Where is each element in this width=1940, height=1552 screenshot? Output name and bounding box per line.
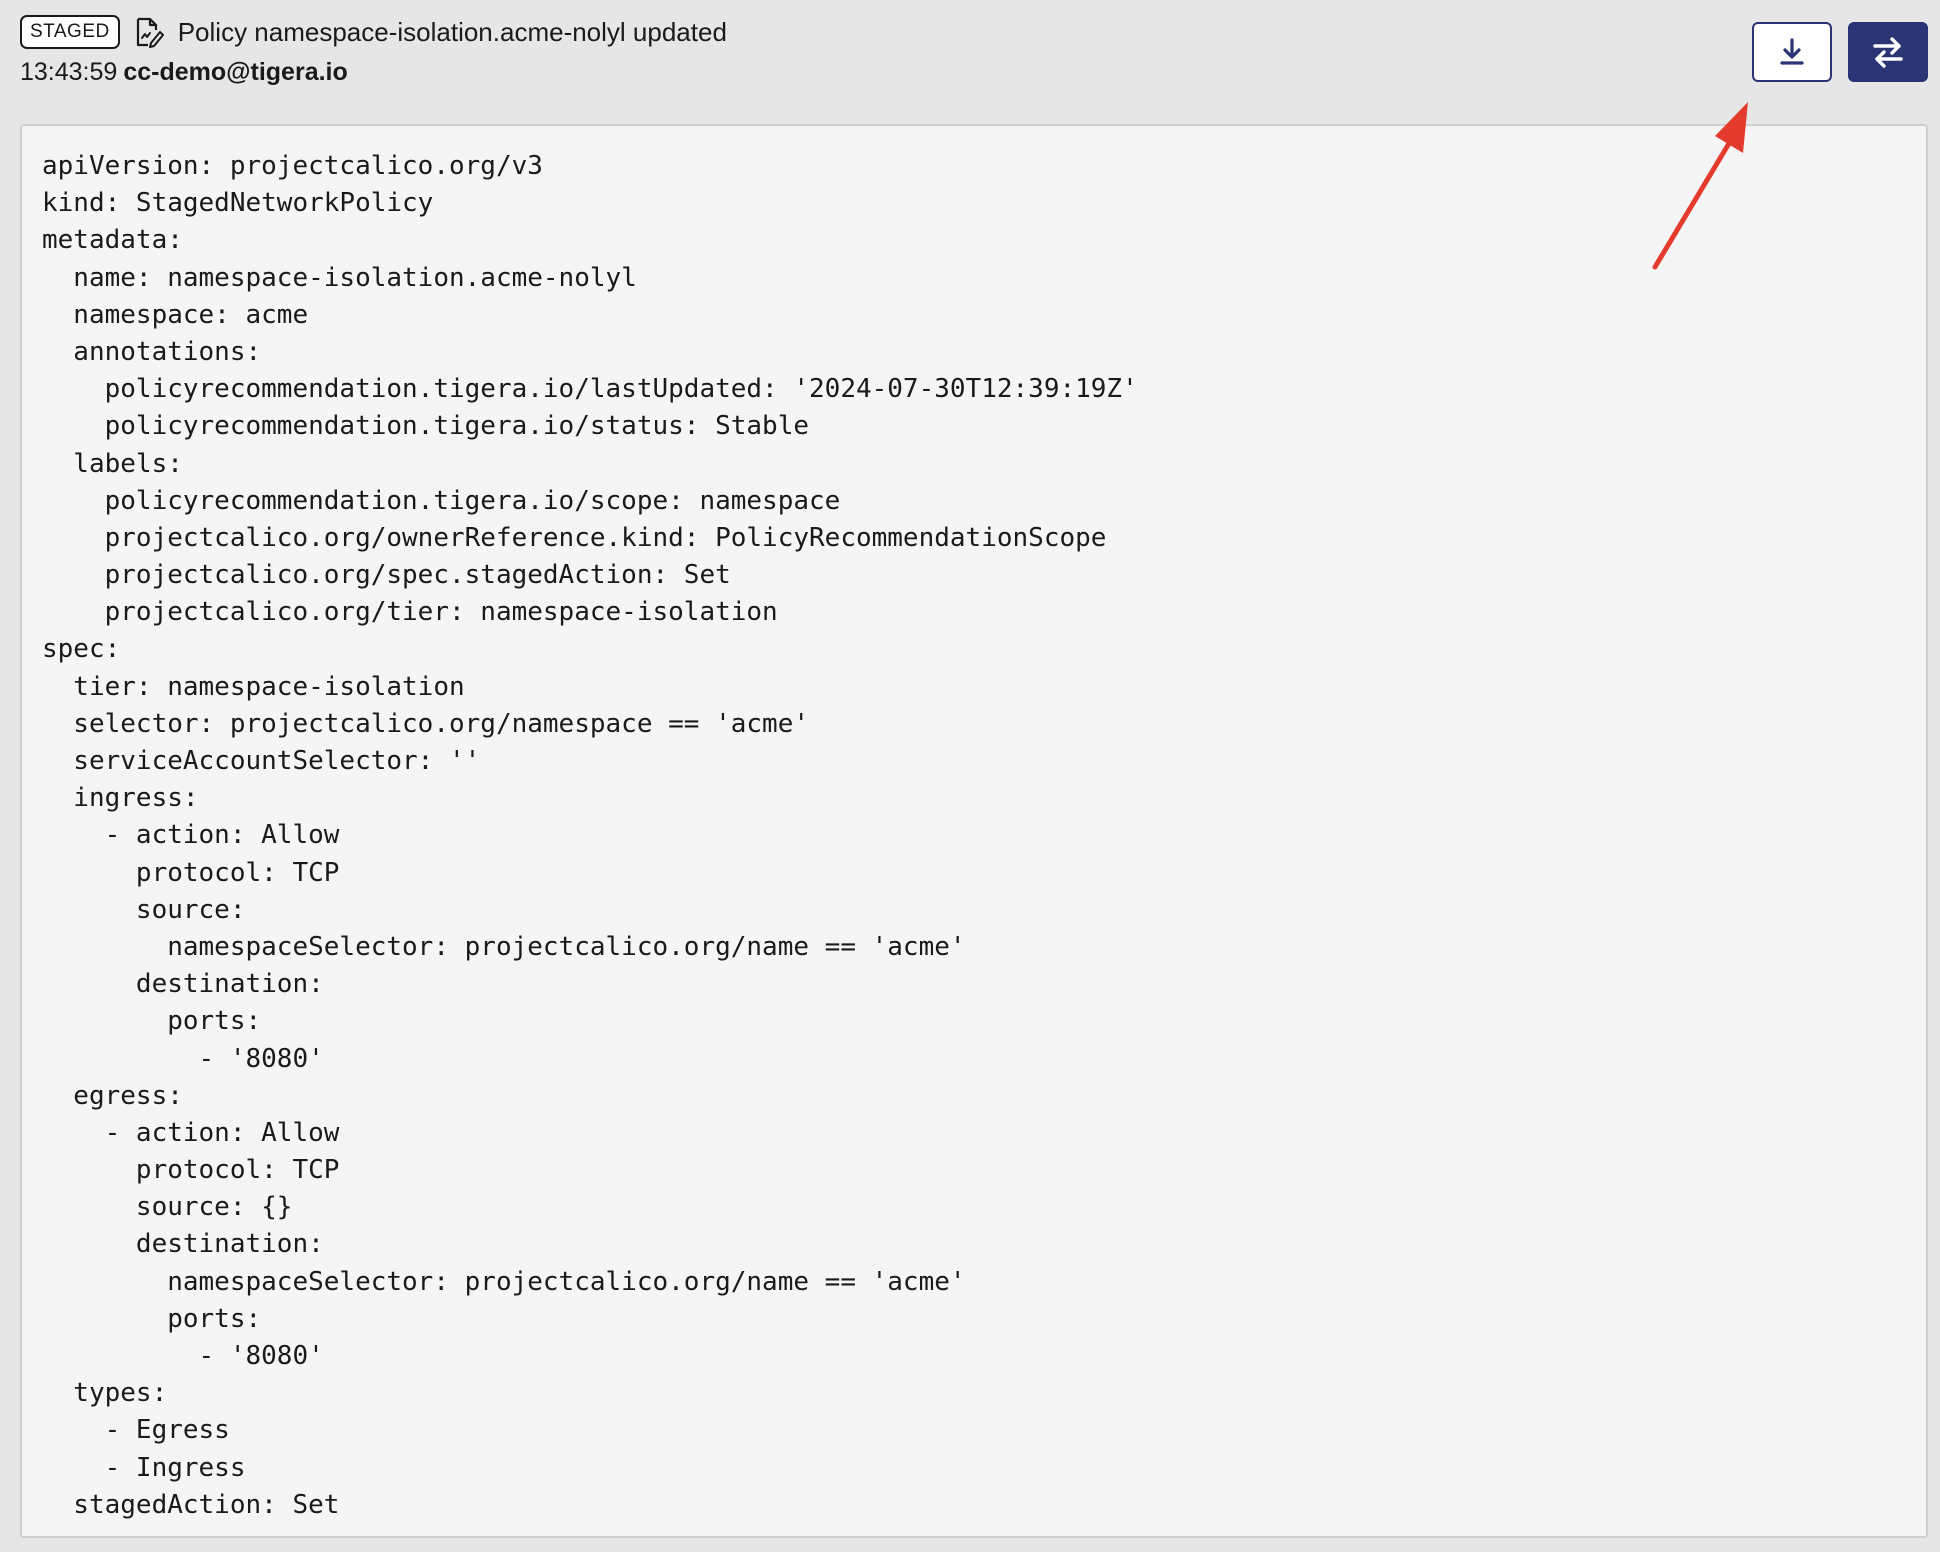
code-line: stagedAction: Set bbox=[42, 1489, 340, 1520]
code-line: projectcalico.org/tier: namespace-isolat… bbox=[42, 597, 778, 628]
event-title-row: STAGED Policy namespace-isolation.acme-n… bbox=[20, 14, 1920, 50]
code-line: protocol: TCP bbox=[42, 1155, 340, 1186]
code-line: policyrecommendation.tigera.io/scope: na… bbox=[42, 485, 841, 516]
code-line: types: bbox=[42, 1378, 168, 1409]
code-line: destination: bbox=[42, 1229, 324, 1260]
code-line: serviceAccountSelector: '' bbox=[42, 746, 481, 776]
code-line: tier: namespace-isolation bbox=[42, 671, 465, 702]
code-line: kind: StagedNetworkPolicy bbox=[42, 188, 434, 219]
code-line: apiVersion: projectcalico.org/v3 bbox=[42, 151, 543, 181]
code-line: source: {} bbox=[42, 1192, 293, 1223]
compare-button[interactable] bbox=[1848, 22, 1928, 82]
code-line: - '8080' bbox=[42, 1043, 324, 1074]
code-line: egress: bbox=[42, 1080, 183, 1111]
event-title: Policy namespace-isolation.acme-nolyl up… bbox=[177, 16, 727, 47]
event-meta: 13:43:59 cc-demo@tigera.io bbox=[20, 54, 1920, 90]
code-line: - Egress bbox=[42, 1415, 230, 1446]
code-line: ports: bbox=[42, 1303, 262, 1334]
code-line: selector: projectcalico.org/namespace ==… bbox=[42, 708, 810, 739]
edit-document-icon bbox=[132, 16, 164, 48]
code-line: destination: bbox=[42, 969, 324, 1000]
yaml-code: apiVersion: projectcalico.org/v3 kind: St… bbox=[42, 148, 1906, 1524]
staged-badge: STAGED bbox=[20, 15, 120, 49]
code-line: namespace: acme bbox=[42, 299, 309, 330]
code-line: annotations: bbox=[42, 336, 262, 367]
download-button[interactable] bbox=[1752, 22, 1832, 82]
code-line: policyrecommendation.tigera.io/status: S… bbox=[42, 411, 810, 442]
code-line: - action: Allow bbox=[42, 1117, 340, 1148]
code-line: - Ingress bbox=[42, 1452, 246, 1483]
code-line: namespaceSelector: projectcalico.org/nam… bbox=[42, 1266, 966, 1297]
code-line: protocol: TCP bbox=[42, 857, 340, 888]
code-line: namespaceSelector: projectcalico.org/nam… bbox=[42, 931, 966, 962]
code-line: policyrecommendation.tigera.io/lastUpdat… bbox=[42, 374, 1138, 405]
code-line: labels: bbox=[42, 448, 183, 479]
code-line: name: namespace-isolation.acme-nolyl bbox=[42, 262, 637, 293]
download-icon bbox=[1780, 38, 1804, 65]
code-line: - '8080' bbox=[42, 1341, 324, 1371]
yaml-code-panel: apiVersion: projectcalico.org/v3 kind: St… bbox=[20, 124, 1928, 1538]
code-line: - action: Allow bbox=[42, 820, 340, 851]
event-header: STAGED Policy namespace-isolation.acme-n… bbox=[20, 14, 1920, 94]
code-line: spec: bbox=[42, 634, 121, 665]
event-user: cc-demo@tigera.io bbox=[123, 58, 348, 86]
code-line: projectcalico.org/spec.stagedAction: Set bbox=[42, 560, 731, 591]
code-line: ports: bbox=[42, 1006, 262, 1037]
swap-arrows-icon bbox=[1873, 37, 1903, 68]
code-line: projectcalico.org/ownerReference.kind: P… bbox=[42, 522, 1107, 553]
code-line: metadata: bbox=[42, 225, 183, 256]
code-line: ingress: bbox=[42, 783, 199, 814]
event-time: 13:43:59 bbox=[20, 58, 118, 86]
code-line: source: bbox=[42, 894, 246, 925]
